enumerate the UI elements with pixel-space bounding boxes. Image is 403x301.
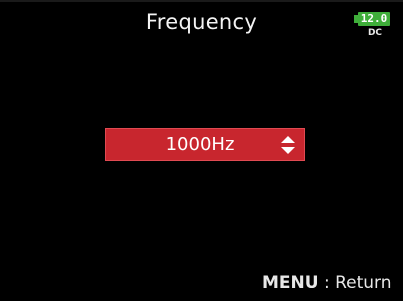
frequency-selector[interactable]: 1000Hz — [105, 128, 305, 161]
power-indicator: 12.0 DC — [354, 12, 394, 44]
up-down-arrows-icon — [281, 136, 295, 154]
menu-key-label: MENU — [262, 273, 319, 293]
frequency-value: 1000Hz — [165, 134, 235, 155]
hint-separator: : — [318, 273, 336, 293]
device-screen: Frequency 12.0 DC 1000Hz MENU : Return — [0, 0, 403, 301]
menu-return-hint: MENU : Return — [262, 273, 392, 293]
screen-top-edge — [0, 0, 403, 2]
page-title: Frequency — [145, 10, 258, 34]
return-action-label: Return — [335, 273, 392, 293]
power-source-label: DC — [367, 28, 383, 38]
battery-voltage: 12.0 — [360, 12, 388, 25]
